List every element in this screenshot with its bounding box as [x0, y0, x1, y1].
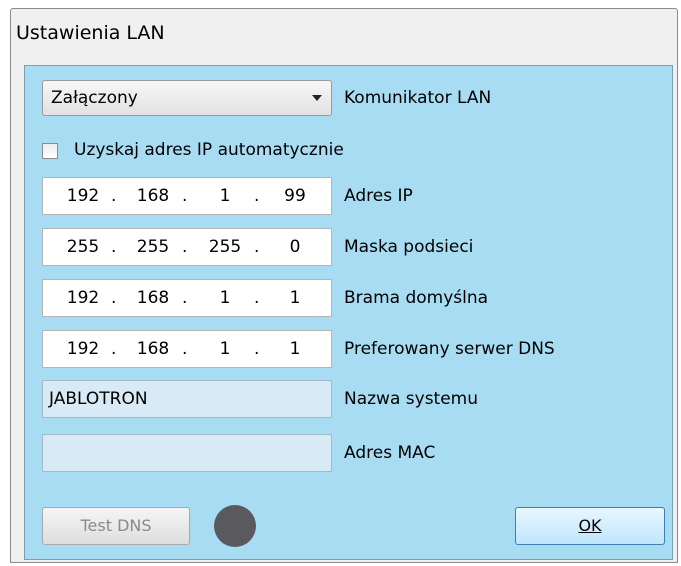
octet-separator: . — [182, 288, 188, 308]
dialog-title: Ustawienia LAN — [16, 22, 165, 44]
mask-octet-3: 255 — [208, 237, 242, 257]
octet-separator: . — [111, 237, 117, 257]
octet-separator: . — [182, 237, 188, 257]
gateway-octet-3: 1 — [219, 288, 231, 308]
ip-address-label: Adres IP — [344, 186, 413, 206]
octet-separator: . — [254, 237, 260, 257]
dhcp-label[interactable]: Uzyskaj adres IP automatycznie — [74, 140, 344, 160]
octet-separator: . — [182, 186, 188, 206]
ok-button-label: OK — [578, 516, 602, 535]
ip-octet-1: 192 — [66, 186, 100, 206]
dhcp-checkbox[interactable] — [42, 143, 58, 159]
chevron-down-icon — [312, 95, 322, 101]
system-name-label: Nazwa systemu — [344, 389, 479, 409]
mask-octet-1: 255 — [66, 237, 100, 257]
gateway-label: Brama domyślna — [344, 288, 489, 308]
octet-separator: . — [182, 339, 188, 359]
ok-button[interactable]: OK — [515, 507, 665, 545]
subnet-mask-label: Maska podsieci — [344, 237, 474, 257]
dns-field[interactable]: 192 . 168 . 1 . 1 — [42, 330, 332, 368]
mask-octet-2: 255 — [136, 237, 170, 257]
mask-octet-4: 0 — [289, 237, 301, 257]
status-indicator-icon — [214, 505, 256, 547]
octet-separator: . — [254, 339, 260, 359]
lan-mode-label: Komunikator LAN — [344, 88, 492, 108]
gateway-octet-4: 1 — [289, 288, 301, 308]
dns-octet-3: 1 — [219, 339, 231, 359]
mac-address-label: Adres MAC — [344, 443, 436, 463]
octet-separator: . — [254, 288, 260, 308]
octet-separator: . — [111, 339, 117, 359]
ip-address-field[interactable]: 192 . 168 . 1 . 99 — [42, 177, 332, 215]
octet-separator: . — [111, 288, 117, 308]
gateway-octet-1: 192 — [66, 288, 100, 308]
octet-separator: . — [254, 186, 260, 206]
ip-octet-3: 1 — [219, 186, 231, 206]
dns-label: Preferowany serwer DNS — [344, 339, 555, 359]
octet-separator: . — [111, 186, 117, 206]
subnet-mask-field[interactable]: 255 . 255 . 255 . 0 — [42, 228, 332, 266]
system-name-field[interactable]: JABLOTRON — [42, 380, 332, 418]
dns-octet-1: 192 — [66, 339, 100, 359]
dns-octet-2: 168 — [136, 339, 170, 359]
gateway-octet-2: 168 — [136, 288, 170, 308]
system-name-value: JABLOTRON — [49, 389, 148, 409]
ip-octet-2: 168 — [136, 186, 170, 206]
test-dns-button[interactable]: Test DNS — [42, 507, 190, 545]
dns-octet-4: 1 — [289, 339, 301, 359]
gateway-field[interactable]: 192 . 168 . 1 . 1 — [42, 279, 332, 317]
lan-mode-value: Załączony — [51, 88, 138, 108]
mac-address-field — [42, 434, 332, 472]
ip-octet-4: 99 — [284, 186, 306, 206]
lan-mode-dropdown[interactable]: Załączony — [42, 80, 332, 116]
